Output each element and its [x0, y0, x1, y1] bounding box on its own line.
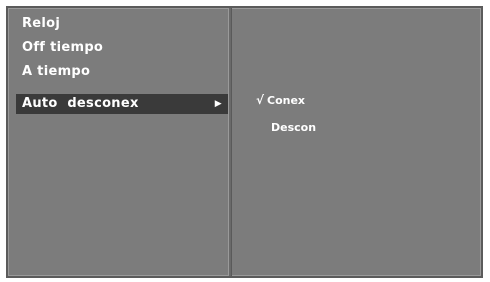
menu-item-label: Off tiempo	[22, 40, 104, 55]
option-descon[interactable]: Descon	[271, 121, 316, 134]
menu-item-reloj[interactable]: Reloj	[22, 14, 60, 34]
menu-item-off-tiempo[interactable]: Off tiempo	[22, 38, 103, 58]
menu-item-label: A tiempo	[22, 64, 91, 79]
menu-item-label: Reloj	[22, 16, 61, 31]
right-triangle-icon: ▶	[214, 99, 222, 109]
check-mark-icon: √	[256, 93, 265, 107]
option-conex[interactable]: √ Conex	[256, 93, 305, 107]
main-menu-panel: Reloj Off tiempo A tiempo Auto desconex …	[8, 8, 228, 276]
option-label: Descon	[271, 121, 317, 134]
submenu-panel: √ Conex Descon	[232, 8, 481, 276]
menu-item-auto-desconex[interactable]: Auto desconex ▶	[16, 94, 228, 114]
osd-menu-window: Reloj Off tiempo A tiempo Auto desconex …	[6, 6, 483, 278]
option-label: Conex	[267, 94, 306, 107]
menu-item-a-tiempo[interactable]: A tiempo	[22, 62, 90, 82]
menu-item-label: Auto desconex	[22, 96, 139, 111]
